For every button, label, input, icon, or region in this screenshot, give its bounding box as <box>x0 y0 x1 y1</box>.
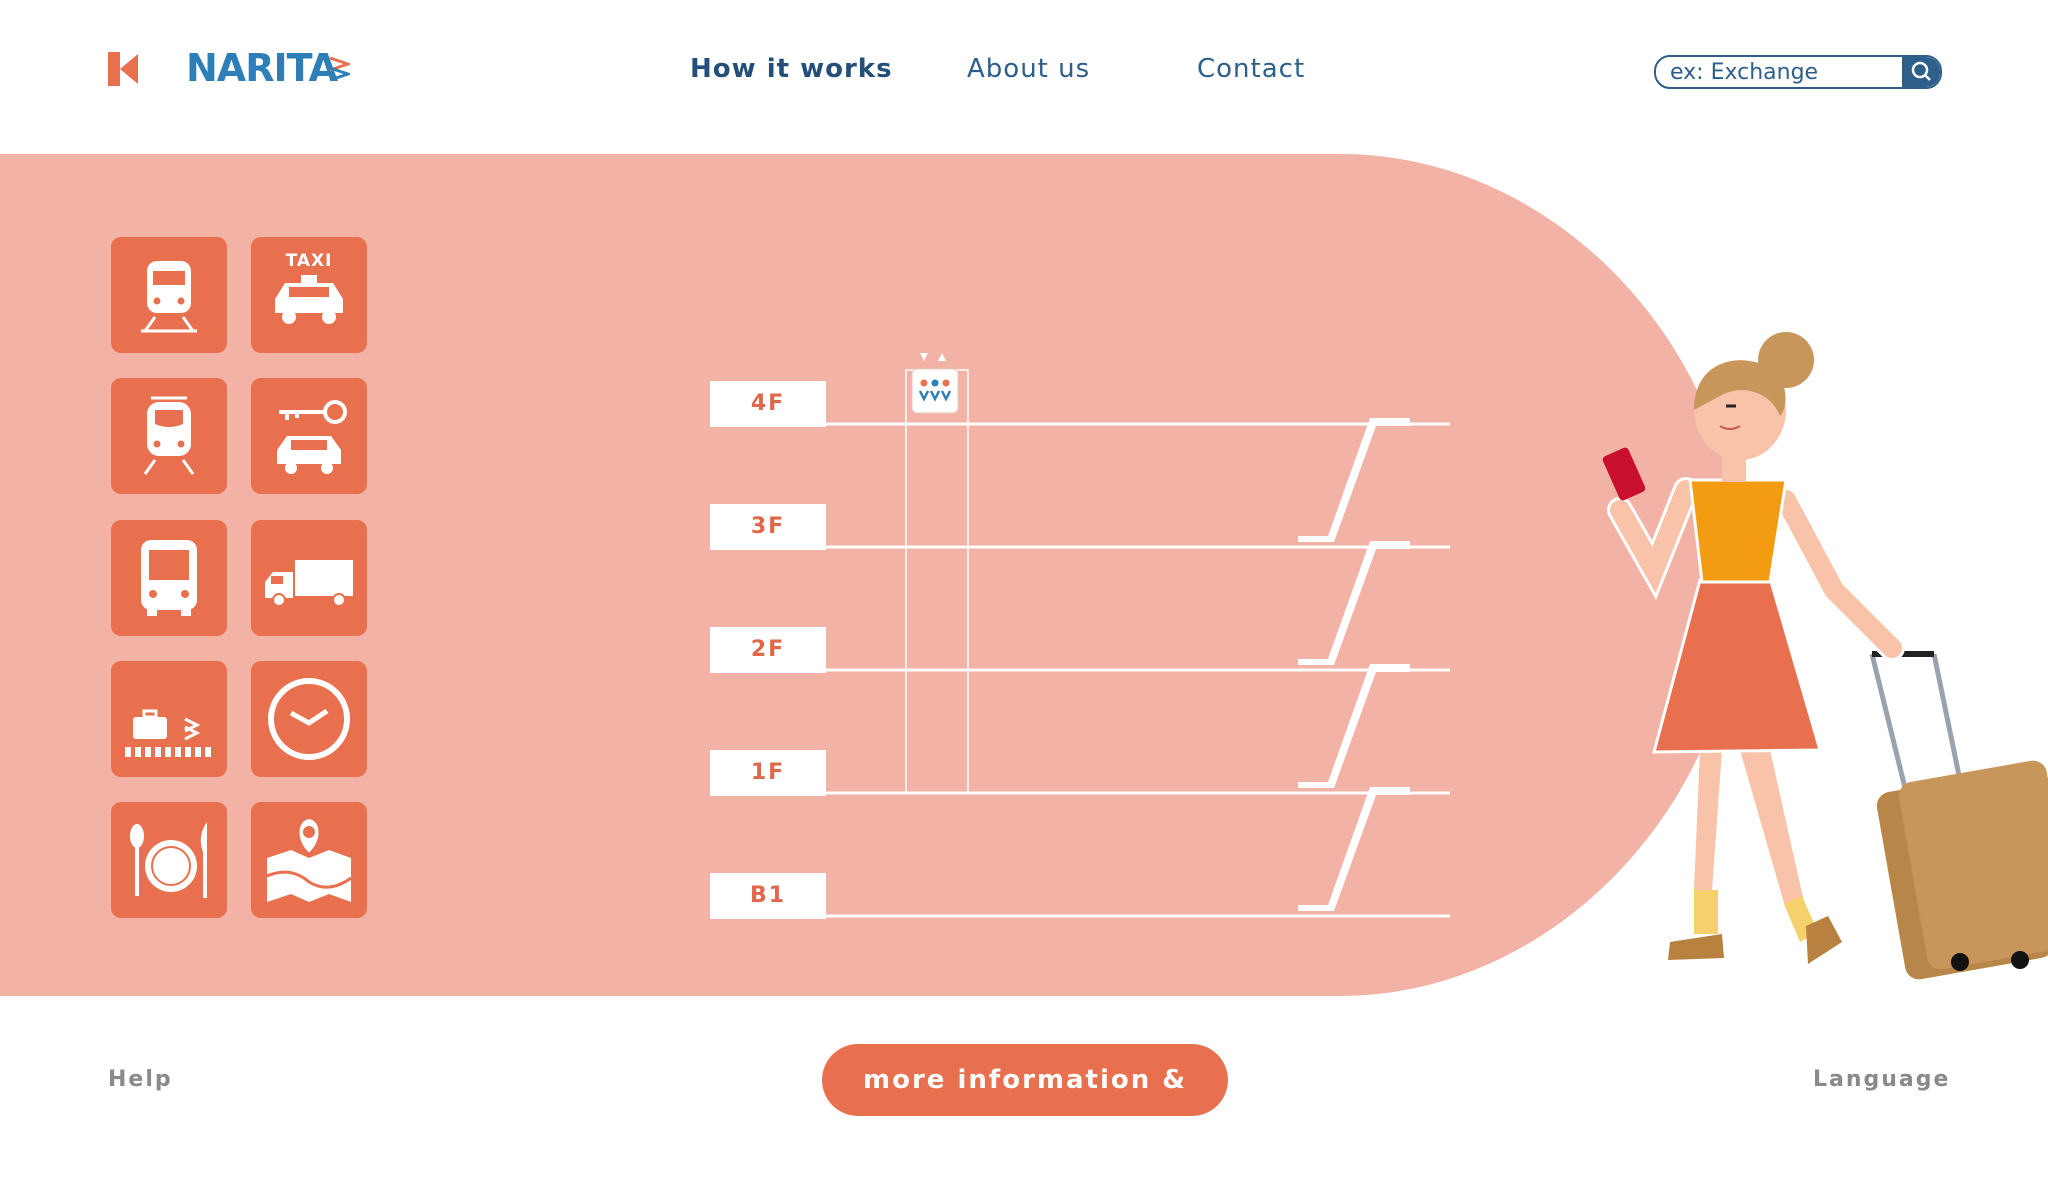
clock-icon <box>268 678 350 760</box>
nav-about-us[interactable]: About us <box>967 54 1090 84</box>
tile-clock[interactable] <box>251 661 367 777</box>
tile-car-rental[interactable] <box>251 378 367 494</box>
search-input[interactable] <box>1670 57 1890 87</box>
floor-label-4f[interactable]: 4F <box>710 381 826 427</box>
tile-bus[interactable] <box>111 520 227 636</box>
truck-icon <box>265 560 353 607</box>
floor-label-3f[interactable]: 3F <box>710 504 826 550</box>
nav-how-it-works[interactable]: How it works <box>690 54 893 84</box>
search-icon <box>1911 61 1931 81</box>
tile-taxi[interactable]: TAXI <box>251 237 367 353</box>
elevator-icon[interactable] <box>908 347 962 417</box>
tile-train[interactable] <box>111 237 227 353</box>
nav-contact[interactable]: Contact <box>1197 54 1305 84</box>
restaurant-icon <box>130 822 207 898</box>
taxi-label: TAXI <box>285 251 333 271</box>
tile-baggage-claim[interactable] <box>111 661 227 777</box>
language-link[interactable]: Language <box>1813 1067 1950 1092</box>
tile-monorail[interactable] <box>111 378 227 494</box>
logo-mark-icon <box>108 52 148 86</box>
map-icon <box>266 816 352 902</box>
baggage-claim-icon <box>125 709 211 757</box>
search-button[interactable] <box>1902 57 1940 87</box>
tile-restaurant[interactable] <box>111 802 227 918</box>
car-rental-icon <box>277 400 347 474</box>
floor-label-1f[interactable]: 1F <box>710 750 826 796</box>
floor-diagram <box>826 369 1450 918</box>
bus-icon <box>141 540 197 616</box>
monorail-icon <box>143 396 195 475</box>
more-info-button[interactable]: more information & help <box>822 1044 1228 1167</box>
search-box <box>1654 55 1942 89</box>
floor-label-2f[interactable]: 2F <box>710 627 826 673</box>
tile-truck[interactable] <box>251 520 367 636</box>
logo-text[interactable]: NARITA <box>186 46 338 90</box>
traveler-illustration <box>1602 332 2048 980</box>
tile-map[interactable] <box>251 802 367 918</box>
help-link[interactable]: Help <box>108 1067 173 1092</box>
floor-label-b1[interactable]: B1 <box>710 873 826 919</box>
train-icon <box>141 261 197 333</box>
logo-arrows-icon <box>329 56 350 82</box>
